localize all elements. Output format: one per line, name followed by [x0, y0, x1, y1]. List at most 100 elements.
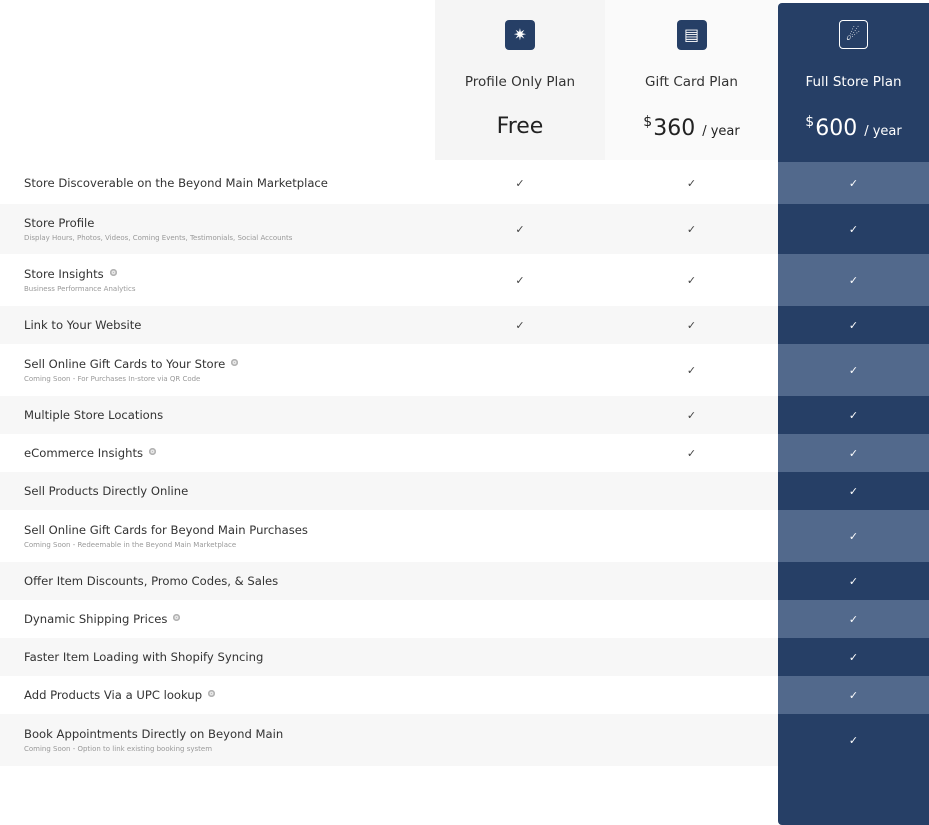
feature-comparison-table: Store Discoverable on the Beyond Main Ma… — [0, 162, 929, 766]
store-hand-icon: ☄ — [838, 20, 868, 49]
feature-subtitle: Coming Soon - For Purchases In-store via… — [24, 375, 201, 383]
plan-cell — [605, 676, 778, 714]
sparkle-icon: ✷ — [505, 20, 535, 50]
feature-title-text: Link to Your Website — [24, 318, 142, 332]
feature-label: Offer Item Discounts, Promo Codes, & Sal… — [0, 562, 435, 600]
feature-title: Faster Item Loading with Shopify Syncing — [24, 650, 435, 664]
info-icon[interactable] — [173, 614, 181, 621]
check-icon: ✓ — [848, 176, 859, 190]
check-icon: ✓ — [848, 688, 859, 702]
check-icon: ✓ — [848, 273, 859, 287]
plan-cell: ✓ — [778, 676, 929, 714]
feature-title: Store Discoverable on the Beyond Main Ma… — [24, 176, 435, 190]
feature-title-text: Sell Products Directly Online — [24, 484, 189, 498]
feature-title: Sell Products Directly Online — [24, 484, 435, 498]
feature-subtitle: Coming Soon - Option to link existing bo… — [24, 745, 213, 753]
feature-subtitle: Business Performance Analytics — [24, 285, 136, 293]
plan-header-full-store[interactable]: ☄ Full Store Plan $600 / year — [778, 0, 929, 160]
feature-label: Dynamic Shipping Prices — [0, 600, 435, 638]
plan-cell — [435, 510, 605, 562]
feature-title-text: Store Insights — [24, 267, 104, 281]
plan-cell: ✓ — [778, 714, 929, 766]
feature-label: Store Discoverable on the Beyond Main Ma… — [0, 162, 435, 204]
plan-cell: ✓ — [605, 306, 778, 344]
plan-cell: ✓ — [778, 434, 929, 472]
price-period: / year — [702, 124, 740, 139]
check-icon: ✓ — [686, 273, 697, 287]
plan-name: Full Store Plan — [805, 74, 902, 90]
check-icon: ✓ — [686, 176, 697, 190]
plan-cell: ✓ — [778, 344, 929, 396]
feature-title-text: Offer Item Discounts, Promo Codes, & Sal… — [24, 574, 279, 588]
check-icon: ✓ — [686, 222, 697, 236]
feature-row: Book Appointments Directly on Beyond Mai… — [0, 714, 929, 766]
plan-cell — [605, 562, 778, 600]
plan-cell: ✓ — [778, 600, 929, 638]
plan-cell: ✓ — [605, 204, 778, 254]
plan-price: $360 / year — [605, 114, 778, 141]
feature-title-text: Store Profile — [24, 216, 95, 230]
feature-row: Dynamic Shipping Prices ✓ — [0, 600, 929, 638]
check-icon: ✓ — [515, 318, 525, 332]
info-icon[interactable] — [149, 448, 157, 455]
info-icon[interactable] — [231, 359, 239, 366]
plan-header-profile-only[interactable]: ✷ Profile Only Plan Free — [435, 0, 605, 160]
feature-title-text: Store Discoverable on the Beyond Main Ma… — [24, 176, 328, 190]
plan-header-gift-card[interactable]: ▤ Gift Card Plan $360 / year — [605, 0, 778, 160]
info-icon[interactable] — [208, 690, 216, 697]
feature-title-text: Sell Online Gift Cards to Your Store — [24, 357, 226, 371]
feature-title-text: Faster Item Loading with Shopify Syncing — [24, 650, 264, 664]
plan-price: Free — [435, 114, 605, 139]
plan-cell — [435, 676, 605, 714]
check-icon: ✓ — [848, 222, 859, 236]
feature-subtitle: Coming Soon - Redeemable in the Beyond M… — [24, 541, 237, 549]
check-icon: ✓ — [848, 318, 859, 332]
price-amount: 600 — [815, 116, 858, 141]
check-icon: ✓ — [848, 484, 859, 498]
plan-cell: ✓ — [778, 162, 929, 204]
info-icon[interactable] — [109, 269, 117, 276]
feature-title-text: Add Products Via a UPC lookup — [24, 688, 203, 702]
feature-row: Sell Online Gift Cards for Beyond Main P… — [0, 510, 929, 562]
feature-label: Add Products Via a UPC lookup — [0, 676, 435, 714]
price-currency: $ — [805, 114, 815, 130]
plan-cell — [435, 714, 605, 766]
feature-title: Book Appointments Directly on Beyond Mai… — [24, 727, 435, 741]
feature-row: Store Discoverable on the Beyond Main Ma… — [0, 162, 929, 204]
feature-subtitle: Display Hours, Photos, Videos, Coming Ev… — [24, 234, 293, 242]
check-icon: ✓ — [515, 222, 525, 236]
check-icon: ✓ — [848, 574, 859, 588]
check-icon: ✓ — [848, 408, 859, 422]
feature-row: Store Insights Business Performance Analy… — [0, 254, 929, 306]
plan-cell: ✓ — [605, 162, 778, 204]
price-amount: 360 — [653, 116, 696, 141]
check-icon: ✓ — [686, 408, 697, 422]
plan-cell: ✓ — [605, 396, 778, 434]
feature-label: Store Profile Display Hours, Photos, Vide… — [0, 204, 435, 254]
feature-title: Dynamic Shipping Prices — [24, 612, 435, 626]
feature-row: Link to Your Website ✓ ✓ ✓ — [0, 306, 929, 344]
plan-cell: ✓ — [778, 204, 929, 254]
plan-cell: ✓ — [435, 254, 605, 306]
check-icon: ✓ — [686, 446, 697, 460]
check-icon: ✓ — [515, 176, 525, 190]
feature-row: Add Products Via a UPC lookup ✓ — [0, 676, 929, 714]
plan-cell — [435, 638, 605, 676]
check-icon: ✓ — [515, 273, 525, 287]
price-amount: Free — [496, 114, 544, 139]
plan-cell: ✓ — [605, 434, 778, 472]
plan-cell: ✓ — [778, 510, 929, 562]
plan-cell: ✓ — [435, 306, 605, 344]
plan-cell: ✓ — [778, 562, 929, 600]
check-icon: ✓ — [848, 612, 859, 626]
feature-title: Link to Your Website — [24, 318, 435, 332]
plan-cell — [435, 562, 605, 600]
check-icon: ✓ — [848, 363, 859, 377]
plan-cell: ✓ — [778, 472, 929, 510]
feature-title-text: Sell Online Gift Cards for Beyond Main P… — [24, 523, 308, 537]
plan-cell — [605, 600, 778, 638]
price-period: / year — [864, 124, 902, 139]
plan-cell — [435, 600, 605, 638]
check-icon: ✓ — [848, 529, 859, 543]
feature-title: Store Insights — [24, 267, 435, 281]
